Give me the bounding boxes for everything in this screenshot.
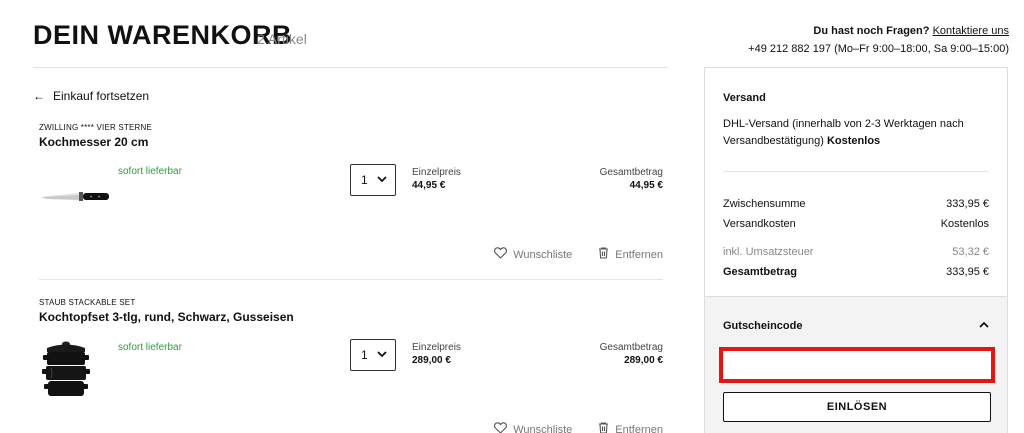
line-total: Gesamtbetrag 44,95 € [600,166,663,192]
coupon-section: Gutscheincode EINLÖSEN [705,296,1007,433]
heart-icon [494,247,508,262]
summary-divider [723,171,989,172]
remove-label: Entfernen [615,423,663,433]
line-total-value: 289,00 € [624,355,663,366]
trash-icon [598,247,609,262]
line-total-label: Gesamtbetrag [599,167,663,178]
trash-icon [598,422,609,433]
line-total: Gesamtbetrag 289,00 € [600,341,663,367]
unit-price-value: 289,00 € [412,355,451,366]
item-divider [39,279,663,280]
shipping-cost-row: Versandkosten Kostenlos [723,214,989,234]
shipping-cost-label: Versandkosten [723,218,796,230]
quantity-select[interactable]: 1 [350,339,396,371]
coupon-title: Gutscheincode [723,320,803,332]
wishlist-label: Wunschliste [513,248,573,261]
continue-shopping-link[interactable]: ← Einkauf fortsetzen [33,89,149,103]
unit-price-label: Einzelpreis [412,342,461,353]
grand-total-label: Gesamtbetrag [723,266,797,278]
remove-label: Entfernen [615,248,663,261]
header-divider [33,67,668,68]
quantity-value: 1 [361,173,368,187]
shipping-text: DHL-Versand (innerhalb von 2-3 Werktagen… [723,116,989,150]
contact-link[interactable]: Kontaktiere uns [933,25,1009,37]
item-name[interactable]: Kochtopfset 3-tlg, rund, Schwarz, Gussei… [39,310,663,324]
tax-row: inkl. Umsatzsteuer 53,32 € [723,242,989,262]
wishlist-button[interactable]: Wunschliste [494,422,572,433]
shipping-cost: Kostenlos [826,135,881,147]
line-total-value: 44,95 € [629,180,663,191]
chevron-down-icon [377,350,387,360]
unit-price: Einzelpreis 289,00 € [412,341,461,367]
quantity-select[interactable]: 1 [350,164,396,196]
cart-item: ZWILLING **** VIER STERNE Kochmesser 20 … [39,123,663,273]
subtotal-label: Zwischensumme [723,198,806,210]
cart-item-count: 2 Artikel [257,31,307,47]
item-actions: Wunschliste Entfernen [494,422,663,433]
product-image-pot-set[interactable] [39,338,111,402]
item-actions: Wunschliste Entfernen [494,247,663,262]
coupon-input[interactable] [723,351,991,379]
quantity-value: 1 [361,348,368,362]
tax-value: 53,32 € [952,246,989,258]
remove-button[interactable]: Entfernen [598,247,663,262]
shipping-cost-value: Kostenlos [940,218,989,230]
product-image-knife[interactable] [39,171,111,235]
continue-shopping-label: Einkauf fortsetzen [53,89,150,103]
coupon-input-frame [719,347,995,383]
wishlist-button[interactable]: Wunschliste [494,247,572,262]
help-question: Du hast noch Fragen? [813,25,930,37]
item-brand: STAUB STACKABLE SET [39,298,136,307]
remove-button[interactable]: Entfernen [598,422,663,433]
grand-total-value: 333,95 € [946,266,989,278]
order-summary: Versand DHL-Versand (innerhalb von 2-3 W… [704,67,1008,433]
item-brand: ZWILLING **** VIER STERNE [39,123,153,132]
chevron-up-icon[interactable] [979,317,989,331]
wishlist-label: Wunschliste [513,423,573,433]
unit-price-label: Einzelpreis [412,167,461,178]
subtotal-value: 333,95 € [946,198,989,210]
item-name[interactable]: Kochmesser 20 cm [39,135,663,149]
availability-status: sofort lieferbar [118,342,182,353]
grand-total-row: Gesamtbetrag 333,95 € [723,262,989,282]
availability-status: sofort lieferbar [118,166,182,177]
redeem-button[interactable]: EINLÖSEN [723,392,991,422]
unit-price-value: 44,95 € [412,180,446,191]
heart-icon [494,422,508,433]
shipping-title: Versand [723,92,766,104]
page-title: DEIN WARENKORB [33,20,293,50]
unit-price: Einzelpreis 44,95 € [412,166,461,192]
line-total-label: Gesamtbetrag [599,342,663,353]
chevron-down-icon [377,175,387,185]
arrow-left-icon: ← [33,89,45,103]
shipping-section: Versand DHL-Versand (innerhalb von 2-3 W… [705,92,1007,150]
tax-label: inkl. Umsatzsteuer [723,246,814,258]
subtotal-row: Zwischensumme 333,95 € [723,194,989,214]
help-phone: +49 212 882 197 (Mo–Fr 9:00–18:00, Sa 9:… [748,43,1009,55]
help-box: Du hast noch Fragen? Kontaktiere uns +49… [748,22,1009,58]
totals-section: Zwischensumme 333,95 € Versandkosten Kos… [705,194,1007,282]
cart-item: STAUB STACKABLE SET Kochtopfset 3-tlg, r… [39,298,663,433]
